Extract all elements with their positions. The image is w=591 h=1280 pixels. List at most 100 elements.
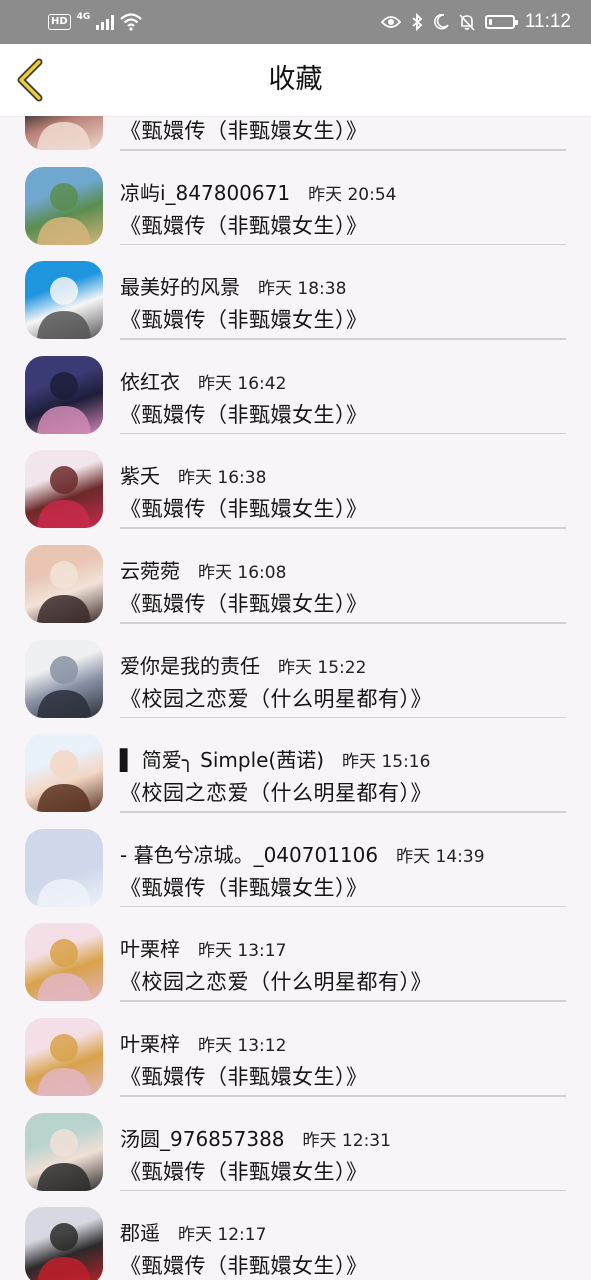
avatar-person-icon — [37, 939, 91, 1002]
avatar-person-icon — [37, 1223, 91, 1280]
story-title[interactable]: 《校园之恋爱（什么明星都有）》 — [120, 683, 432, 713]
page-title: 收藏 — [268, 64, 323, 95]
list-item[interactable]: 紫夭 昨天 16:38 《甄嬛传（非甄嬛女生）》 — [0, 434, 591, 529]
network-type-label: 4G — [76, 12, 91, 22]
story-title[interactable]: 《校园之恋爱（什么明星都有）》 — [120, 966, 432, 996]
item-timestamp: 昨天 13:12 — [198, 1035, 287, 1056]
author-name: 爱你是我的责任 — [120, 653, 260, 678]
avatar-person-icon — [37, 122, 91, 150]
avatar-person-icon — [37, 277, 91, 340]
status-time: 11:12 — [524, 11, 571, 32]
wifi-icon — [120, 13, 143, 31]
author-name: ▌ 简爱╮ Simple(茜诺) — [120, 748, 325, 773]
item-meta: - 暮色兮凉城。_040701106 昨天 14:39 — [120, 839, 485, 868]
story-title[interactable]: 《甄嬛传（非甄嬛女生）》 — [120, 493, 368, 523]
item-timestamp: 昨天 20:54 — [308, 184, 397, 205]
item-timestamp: 昨天 18:38 — [258, 279, 347, 300]
item-timestamp: 昨天 15:22 — [278, 657, 367, 678]
author-name: 郡遥 — [120, 1221, 160, 1246]
signal-icon — [96, 14, 115, 30]
item-timestamp: 昨天 12:17 — [178, 1225, 267, 1246]
item-timestamp: 昨天 15:16 — [342, 752, 431, 773]
author-name: 依红衣 — [120, 369, 180, 394]
status-bar: HD 4G 11:12 — [0, 0, 591, 44]
list-item[interactable]: - 暮色兮凉城。_040701106 昨天 14:39 《甄嬛传（非甄嬛女生）》 — [0, 813, 591, 908]
item-meta: 凉屿i_847800671 昨天 20:54 — [120, 177, 396, 206]
story-title[interactable]: 《甄嬛传（非甄嬛女生）》 — [120, 210, 368, 240]
avatar[interactable] — [25, 923, 103, 1002]
avatar[interactable] — [25, 355, 103, 434]
author-name: 汤圆_976857388 — [120, 1126, 285, 1151]
list-item[interactable]: 最美好的风景 昨天 18:38 《甄嬛传（非甄嬛女生）》 — [0, 245, 591, 340]
avatar-person-icon — [37, 371, 91, 434]
author-name: 凉屿i_847800671 — [120, 180, 291, 205]
hd-badge-icon: HD — [48, 14, 71, 30]
avatar-person-icon — [37, 844, 91, 907]
avatar[interactable] — [25, 828, 103, 907]
avatar-person-icon — [37, 1033, 91, 1096]
item-timestamp: 昨天 13:17 — [198, 941, 287, 962]
avatar[interactable] — [25, 1017, 103, 1096]
status-left-group: HD 4G — [48, 11, 143, 33]
avatar-person-icon — [37, 750, 91, 813]
item-timestamp: 昨天 16:38 — [178, 468, 267, 489]
story-title[interactable]: 《校园之恋爱（什么明星都有）》 — [120, 777, 432, 807]
avatar[interactable] — [25, 116, 103, 150]
favorites-list-content: 《甄嬛传（非甄嬛女生）》 凉屿i_847800671 昨天 20:54 《甄嬛传（非甄… — [0, 116, 591, 1280]
list-item[interactable]: 叶栗梓 昨天 13:17 《校园之恋爱（什么明星都有）》 — [0, 907, 591, 1002]
list-item[interactable]: 叶栗梓 昨天 13:12 《甄嬛传（非甄嬛女生）》 — [0, 1002, 591, 1097]
author-name: 紫夭 — [120, 464, 160, 489]
list-item[interactable]: 《甄嬛传（非甄嬛女生）》 — [0, 116, 591, 151]
list-item[interactable]: 云菀菀 昨天 16:08 《甄嬛传（非甄嬛女生）》 — [0, 529, 591, 624]
status-right-group: 11:12 — [380, 9, 571, 35]
item-meta: 最美好的风景 昨天 18:38 — [120, 271, 346, 300]
story-title[interactable]: 《甄嬛传（非甄嬛女生）》 — [120, 1250, 368, 1280]
item-timestamp: 昨天 16:08 — [198, 562, 287, 583]
list-item[interactable]: 凉屿i_847800671 昨天 20:54 《甄嬛传（非甄嬛女生）》 — [0, 151, 591, 246]
item-timestamp: 昨天 16:42 — [198, 373, 287, 394]
item-meta: 依红衣 昨天 16:42 — [120, 366, 286, 395]
moon-icon — [433, 14, 449, 30]
story-title[interactable]: 《甄嬛传（非甄嬛女生）》 — [120, 304, 368, 334]
story-title[interactable]: 《甄嬛传（非甄嬛女生）》 — [120, 116, 368, 145]
story-title[interactable]: 《甄嬛传（非甄嬛女生）》 — [120, 1061, 368, 1091]
avatar-person-icon — [37, 560, 91, 623]
author-name: - 暮色兮凉城。_040701106 — [120, 842, 379, 867]
item-meta: 叶栗梓 昨天 13:17 — [120, 933, 286, 962]
header-bar: 收藏 — [0, 44, 591, 117]
avatar[interactable] — [25, 1112, 103, 1191]
item-meta: ▌ 简爱╮ Simple(茜诺) 昨天 15:16 — [120, 744, 430, 773]
item-timestamp: 昨天 14:39 — [396, 846, 485, 867]
bluetooth-icon — [412, 13, 423, 31]
battery-icon — [484, 15, 518, 29]
story-title[interactable]: 《甄嬛传（非甄嬛女生）》 — [120, 399, 368, 429]
item-meta: 汤圆_976857388 昨天 12:31 — [120, 1123, 391, 1152]
favorites-list[interactable]: 《甄嬛传（非甄嬛女生）》 凉屿i_847800671 昨天 20:54 《甄嬛传（非甄… — [0, 116, 591, 1280]
avatar-person-icon — [37, 182, 91, 245]
item-timestamp: 昨天 12:31 — [302, 1130, 391, 1151]
avatar-person-icon — [37, 655, 91, 718]
avatar[interactable] — [25, 734, 103, 813]
author-name: 叶栗梓 — [120, 937, 180, 962]
list-item[interactable]: ▌ 简爱╮ Simple(茜诺) 昨天 15:16 《校园之恋爱（什么明星都有）》 — [0, 718, 591, 813]
story-title[interactable]: 《甄嬛传（非甄嬛女生）》 — [120, 588, 368, 618]
item-meta: 云菀菀 昨天 16:08 — [120, 555, 286, 584]
avatar[interactable] — [25, 639, 103, 718]
avatar-person-icon — [37, 1128, 91, 1191]
avatar[interactable] — [25, 166, 103, 245]
list-item[interactable]: 郡遥 昨天 12:17 《甄嬛传（非甄嬛女生）》 — [0, 1191, 591, 1280]
author-name: 叶栗梓 — [120, 1031, 180, 1056]
avatar-person-icon — [37, 466, 91, 529]
avatar[interactable] — [25, 544, 103, 623]
story-title[interactable]: 《甄嬛传（非甄嬛女生）》 — [120, 872, 368, 902]
avatar[interactable] — [25, 450, 103, 529]
eye-icon — [380, 16, 401, 28]
avatar[interactable] — [25, 261, 103, 340]
list-item[interactable]: 汤圆_976857388 昨天 12:31 《甄嬛传（非甄嬛女生）》 — [0, 1097, 591, 1192]
story-title[interactable]: 《甄嬛传（非甄嬛女生）》 — [120, 1156, 368, 1186]
battery-level-fill — [488, 19, 492, 25]
item-meta: 紫夭 昨天 16:38 — [120, 460, 266, 489]
list-item[interactable]: 依红衣 昨天 16:42 《甄嬛传（非甄嬛女生）》 — [0, 340, 591, 435]
avatar[interactable] — [25, 1207, 103, 1280]
list-item[interactable]: 爱你是我的责任 昨天 15:22 《校园之恋爱（什么明星都有）》 — [0, 624, 591, 719]
